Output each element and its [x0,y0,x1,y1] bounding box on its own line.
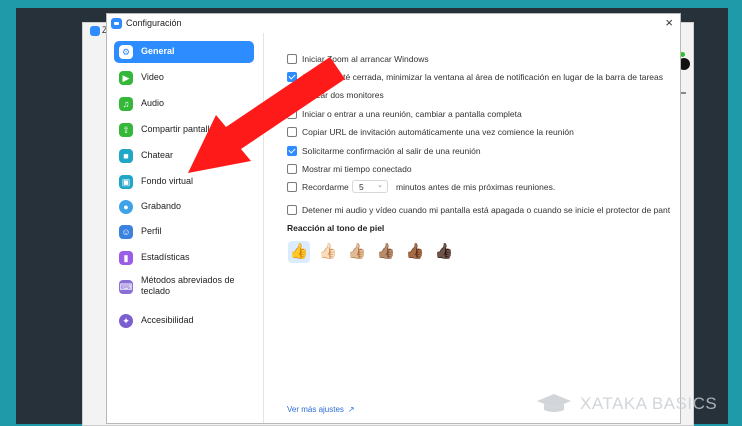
more-settings-link[interactable]: Ver más ajustes ↗ [287,405,355,414]
sidebar-item-label: Chatear [141,150,174,160]
option-label: Copiar URL de invitación automáticamente… [302,127,574,137]
skin-tone-thumb-medium-light[interactable]: 👍🏼 [346,241,368,263]
checkbox[interactable] [287,90,297,100]
sidebar-item-profile[interactable]: ☺ Perfil [114,221,254,243]
option-label: Solicitarme confirmación al salir de una… [302,146,481,156]
headphones-icon: ♫ [119,97,133,111]
skin-tone-thumb-medium[interactable]: 👍🏽 [375,241,397,263]
sidebar-item-general[interactable]: ⚙ General [114,41,254,63]
sidebar-item-label: Grabando [141,201,182,211]
keyboard-icon: ⌨ [119,280,133,294]
sidebar-divider [263,33,264,423]
sidebar-item-label: Perfil [141,226,162,236]
checkbox-checked[interactable] [287,72,297,82]
checkbox[interactable] [287,54,297,64]
profile-icon: ☺ [119,225,133,239]
external-link-icon: ↗ [347,405,355,414]
close-icon[interactable]: × [665,15,673,30]
skin-tone-thumb-light[interactable]: 👍🏻 [317,241,339,263]
watermark-text: XATAKA BASICS [580,394,718,413]
sidebar-item-label: Accesibilidad [141,315,194,325]
checkbox[interactable] [287,205,297,215]
checkbox-checked[interactable] [287,146,297,156]
skin-tone-heading: Reacción al tono de piel [287,223,385,233]
sidebar-item-statistics[interactable]: ▮ Estadísticas [114,247,254,269]
option-label: Utilizar dos monitores [302,90,384,100]
sidebar-item-video[interactable]: ▶ Video [114,67,254,89]
option-label: Cuando esté cerrada, minimizar la ventan… [302,72,663,82]
option-label: Mostrar mi tiempo conectado [302,164,412,174]
sidebar-item-keyboard-shortcuts[interactable]: ⌨ Métodos abreviados de teclado [114,273,254,301]
sidebar-item-virtual-background[interactable]: ▣ Fondo virtual [114,171,254,193]
reminder-suffix: minutos antes de mis próximas reuniones. [396,182,556,192]
checkbox[interactable] [287,127,297,137]
virtual-background-icon: ▣ [119,175,133,189]
option-label: Recordarme [302,182,349,192]
sidebar-item-recording[interactable]: ● Grabando [114,196,254,218]
option-label: Iniciar Zoom al arrancar Windows [302,54,429,64]
option-label: Detener mi audio y vídeo cuando mi panta… [302,205,671,215]
sidebar-item-label: Audio [141,98,165,108]
accessibility-icon: ✦ [119,314,133,328]
more-settings-label: Ver más ajustes [287,405,344,414]
checkbox[interactable] [287,182,297,192]
settings-dialog: Configuración × ⚙ General ▶ Video ♫ Audi… [106,13,681,424]
skin-tone-thumb-medium-dark[interactable]: 👍🏾 [404,241,426,263]
checkbox[interactable] [287,109,297,119]
sidebar-item-label: Compartir pantalla [141,124,215,134]
chat-bubble-icon: ■ [119,149,133,163]
sidebar-item-audio[interactable]: ♫ Audio [114,93,254,115]
sidebar-item-share-screen[interactable]: ⇧ Compartir pantalla [114,119,254,141]
video-camera-icon: ▶ [119,71,133,85]
checkbox[interactable] [287,164,297,174]
statistics-icon: ▮ [119,251,133,265]
zoom-logo-icon [111,18,122,29]
dialog-title: Configuración [126,18,182,28]
reminder-minutes-select[interactable]: 5 ⌄ [352,180,388,193]
record-icon: ● [119,200,133,214]
sidebar-item-label: Métodos abreviados de teclado [141,275,235,296]
settings-sidebar: ⚙ General ▶ Video ♫ Audio ⇧ Compartir pa… [107,33,263,423]
share-screen-icon: ⇧ [119,123,133,137]
option-label: Iniciar o entrar a una reunión, cambiar … [302,109,522,119]
graduation-cap-icon [537,394,571,412]
sidebar-item-label: General [141,46,175,56]
reminder-minutes-value: 5 [359,182,364,192]
sidebar-item-label: Fondo virtual [141,176,194,186]
sidebar-item-label: Video [141,72,164,82]
skin-tone-thumb-dark[interactable]: 👍🏿 [433,241,455,263]
gear-icon: ⚙ [119,45,133,59]
watermark: XATAKA BASICS [536,393,717,415]
title-bar: Configuración × [107,14,680,33]
sidebar-item-label: Estadísticas [141,252,190,262]
skin-tone-thumb-default[interactable]: 👍 [288,241,310,263]
sidebar-item-chat[interactable]: ■ Chatear [114,145,254,167]
sidebar-item-accessibility[interactable]: ✦ Accesibilidad [114,310,254,332]
chevron-down-icon: ⌄ [377,182,383,189]
zoom-app-icon [90,26,100,36]
